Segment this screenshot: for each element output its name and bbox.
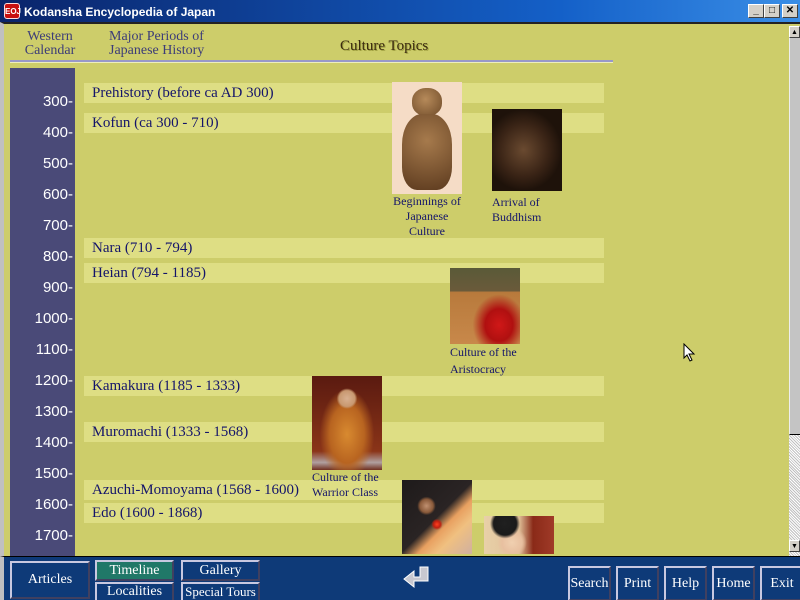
period-prehistory[interactable]: Prehistory (before ca AD 300) xyxy=(84,83,604,103)
scrollbar-thumb[interactable] xyxy=(789,38,800,435)
topic-caption[interactable]: Culture of the xyxy=(312,470,392,485)
axis-tick: 600- xyxy=(42,186,73,203)
culture-topics-heading: Culture Topics xyxy=(340,38,429,54)
axis-tick: 700- xyxy=(42,217,73,234)
heading-line: Major Periods of xyxy=(109,29,204,44)
axis-tick: 1500- xyxy=(34,465,73,482)
axis-tick: 500- xyxy=(42,155,73,172)
major-periods-heading: Major Periods of Japanese History xyxy=(109,30,229,58)
scroll-up-arrow-icon[interactable]: ▲ xyxy=(789,26,800,38)
articles-button[interactable]: Articles xyxy=(10,561,90,599)
topic-caption[interactable]: Culture xyxy=(388,224,466,239)
warrior-portrait-image[interactable] xyxy=(312,376,382,470)
close-button[interactable]: ✕ xyxy=(782,4,798,18)
ukiyoe-woman-image[interactable] xyxy=(484,516,554,554)
topic-jesuit-missionary[interactable] xyxy=(402,480,472,554)
topic-caption[interactable]: Buddhism xyxy=(492,210,562,225)
topic-caption[interactable]: Arrival of xyxy=(492,195,562,210)
heading-line: Calendar xyxy=(24,43,76,58)
western-calendar-heading: Western Calendar xyxy=(10,30,90,58)
minimize-button[interactable]: _ xyxy=(748,4,764,18)
timeline-frame: Western Calendar Major Periods of Japane… xyxy=(0,22,800,558)
topic-caption[interactable]: Culture of the xyxy=(450,344,530,361)
help-button[interactable]: Help xyxy=(664,566,707,600)
gallery-button[interactable]: Gallery xyxy=(181,560,260,581)
jesuit-missionary-image[interactable] xyxy=(402,480,472,554)
topic-caption[interactable]: Beginnings of xyxy=(388,194,466,209)
header-divider xyxy=(10,60,613,63)
localities-button[interactable]: Localities xyxy=(95,582,174,600)
timeline-button[interactable]: Timeline xyxy=(95,560,174,581)
axis-tick: 1400- xyxy=(34,434,73,451)
heian-court-lady-image[interactable] xyxy=(450,268,520,344)
axis-tick: 1200- xyxy=(34,372,73,389)
topic-ukiyoe[interactable] xyxy=(484,516,554,554)
heading-line: Japanese History xyxy=(109,43,205,58)
home-button[interactable]: Home xyxy=(712,566,755,600)
axis-tick: 300- xyxy=(42,93,73,110)
back-arrow-icon[interactable] xyxy=(400,565,434,593)
topic-arrival-of-buddhism[interactable]: Arrival of Buddhism xyxy=(492,109,562,225)
topic-caption[interactable]: Japanese xyxy=(388,209,466,224)
scroll-down-arrow-icon[interactable]: ▼ xyxy=(789,540,800,552)
topic-culture-of-the-aristocracy[interactable]: Culture of the Aristocracy xyxy=(450,268,530,378)
axis-tick: 1600- xyxy=(34,496,73,513)
axis-tick: 400- xyxy=(42,124,73,141)
topic-beginnings-of-japanese-culture[interactable]: Beginnings of Japanese Culture xyxy=(388,82,466,239)
axis-tick: 1000- xyxy=(34,310,73,327)
buddha-statue-image[interactable] xyxy=(492,109,562,191)
heading-line: Western xyxy=(27,29,73,44)
search-button[interactable]: Search xyxy=(568,566,611,600)
bottom-navigation: Articles Timeline Gallery Localities Spe… xyxy=(0,556,800,600)
topic-caption[interactable]: Aristocracy xyxy=(450,361,530,378)
axis-tick: 1100- xyxy=(35,341,73,358)
axis-tick: 1700- xyxy=(34,527,73,544)
print-button[interactable]: Print xyxy=(616,566,659,600)
dogu-figurine-image[interactable] xyxy=(392,82,462,194)
mouse-cursor-icon xyxy=(683,343,696,362)
exit-button[interactable]: Exit xyxy=(760,566,800,600)
maximize-button[interactable]: □ xyxy=(764,4,780,18)
topic-culture-of-the-warrior-class[interactable]: Culture of the Warrior Class xyxy=(312,376,392,500)
title-bar: EOJ Kodansha Encyclopedia of Japan _ □ ✕ xyxy=(0,0,800,22)
vertical-scrollbar[interactable]: ▲ ▼ xyxy=(789,26,800,556)
axis-tick: 900- xyxy=(42,279,73,296)
encyclopedia-app-icon[interactable]: EOJ xyxy=(4,3,21,19)
topic-caption[interactable]: Warrior Class xyxy=(312,485,392,500)
special-tours-button[interactable]: Special Tours xyxy=(181,582,260,600)
axis-tick: 800- xyxy=(42,248,73,265)
axis-tick: 1300- xyxy=(34,403,73,420)
period-nara[interactable]: Nara (710 - 794) xyxy=(84,238,604,258)
year-axis: 300- 400- 500- 600- 700- 800- 900- 1000-… xyxy=(10,68,75,558)
window-title: Kodansha Encyclopedia of Japan xyxy=(24,4,216,19)
